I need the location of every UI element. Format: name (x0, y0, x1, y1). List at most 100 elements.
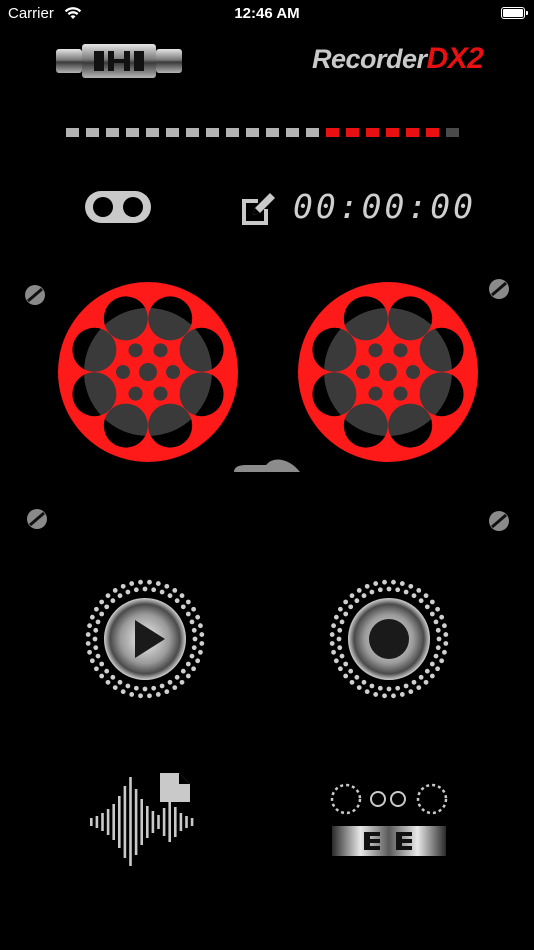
indicator-dot (435, 666, 441, 672)
screw-icon (25, 285, 45, 305)
indicator-dot (423, 679, 429, 685)
indicator-dot (93, 645, 99, 651)
waveform-bar (95, 816, 99, 828)
indicator-dot (424, 668, 430, 674)
indicator-dot (403, 683, 409, 689)
indicator-dot (125, 683, 131, 689)
timer-display: 00:00:00 (293, 187, 476, 226)
indicator-dot (112, 587, 118, 593)
indicator-dot (399, 692, 405, 697)
indicator-dot (408, 689, 414, 695)
indicator-dot (336, 636, 342, 642)
play-button[interactable] (80, 574, 210, 704)
indicator-dot (95, 619, 101, 625)
waveform-bar (151, 811, 155, 833)
indicator-dot (399, 581, 405, 586)
indicator-dot (93, 666, 99, 672)
meter-segment (326, 128, 339, 137)
indicator-dot (429, 673, 435, 679)
indicator-dot (138, 693, 143, 699)
indicator-dot (192, 636, 198, 642)
waveform-bar (185, 816, 188, 828)
indicator-dot (189, 619, 195, 625)
indicator-dot (354, 674, 360, 680)
indicator-dot (435, 627, 441, 633)
document-icon (160, 773, 190, 802)
indicator-dot (87, 649, 92, 655)
indicator-dot (329, 641, 335, 646)
indicator-dot (343, 611, 349, 617)
meter-segment (126, 128, 139, 137)
meter-segment (446, 128, 459, 137)
indicator-dot (172, 685, 178, 691)
indicator-dot (105, 679, 111, 685)
indicator-dot (99, 599, 105, 605)
indicator-dot (339, 653, 345, 659)
waveform-bar (157, 815, 160, 829)
indicator-dot (439, 614, 445, 620)
waveform-bar (123, 786, 127, 858)
indicator-dot (138, 579, 143, 585)
indicator-dot (104, 604, 110, 610)
indicator-dot (93, 606, 99, 612)
indicator-dot (179, 593, 185, 599)
meter-segment (106, 128, 119, 137)
waveform-bar (90, 818, 93, 826)
indicator-dot (439, 658, 445, 664)
indicator-dot (333, 658, 339, 664)
indicator-dot (159, 589, 165, 595)
indicator-dot (99, 661, 105, 667)
indicator-dot (120, 583, 126, 589)
indicator-dot (348, 668, 354, 674)
indicator-dot (179, 679, 185, 685)
indicator-dot (99, 611, 105, 617)
edit-icon[interactable] (238, 189, 278, 229)
indicator-dot (191, 606, 197, 612)
meter-segment (266, 128, 279, 137)
indicator-dot (195, 658, 201, 664)
indicator-dot (85, 641, 91, 646)
indicator-dot (348, 604, 354, 610)
indicator-dot (104, 668, 110, 674)
battery-icon (501, 7, 528, 19)
indicator-dot (436, 636, 442, 642)
indicator-dot (147, 579, 152, 585)
tape-deck-button[interactable] (330, 780, 448, 858)
indicator-dot (167, 593, 173, 599)
tape-guide (234, 459, 300, 472)
indicator-dot (403, 589, 409, 595)
meter-segment (226, 128, 239, 137)
indicator-dot (99, 673, 105, 679)
indicator-dot (337, 606, 343, 612)
indicator-dot (199, 632, 205, 637)
indicator-dot (164, 689, 170, 695)
indicator-dot (92, 636, 98, 642)
indicator-dot (142, 686, 148, 692)
indicator-dot (105, 593, 111, 599)
indicator-dot (429, 661, 435, 667)
indicator-dot (195, 614, 201, 620)
meter-segment (186, 128, 199, 137)
indicator-dot (93, 627, 99, 633)
indicator-dot (95, 653, 101, 659)
indicator-dot (120, 689, 126, 695)
indicator-dot (125, 589, 131, 595)
indicator-dot (418, 598, 424, 604)
indicator-dot (185, 673, 191, 679)
audio-files-button[interactable] (88, 770, 200, 866)
meter-segment (366, 128, 379, 137)
brand-word: Recorder (312, 44, 427, 74)
indicator-dot (337, 645, 343, 651)
indicator-dot (433, 653, 439, 659)
indicator-dot (159, 683, 165, 689)
indicator-dot (435, 606, 441, 612)
toggle-icon[interactable] (84, 190, 152, 224)
indicator-dot (155, 692, 161, 697)
indicator-dot (369, 683, 375, 689)
indicator-dot (198, 649, 203, 655)
indicator-dot (382, 579, 387, 585)
indicator-dot (343, 673, 349, 679)
indicator-dot (199, 641, 205, 646)
record-button[interactable] (324, 574, 454, 704)
tape-connector-icon[interactable] (56, 42, 182, 80)
